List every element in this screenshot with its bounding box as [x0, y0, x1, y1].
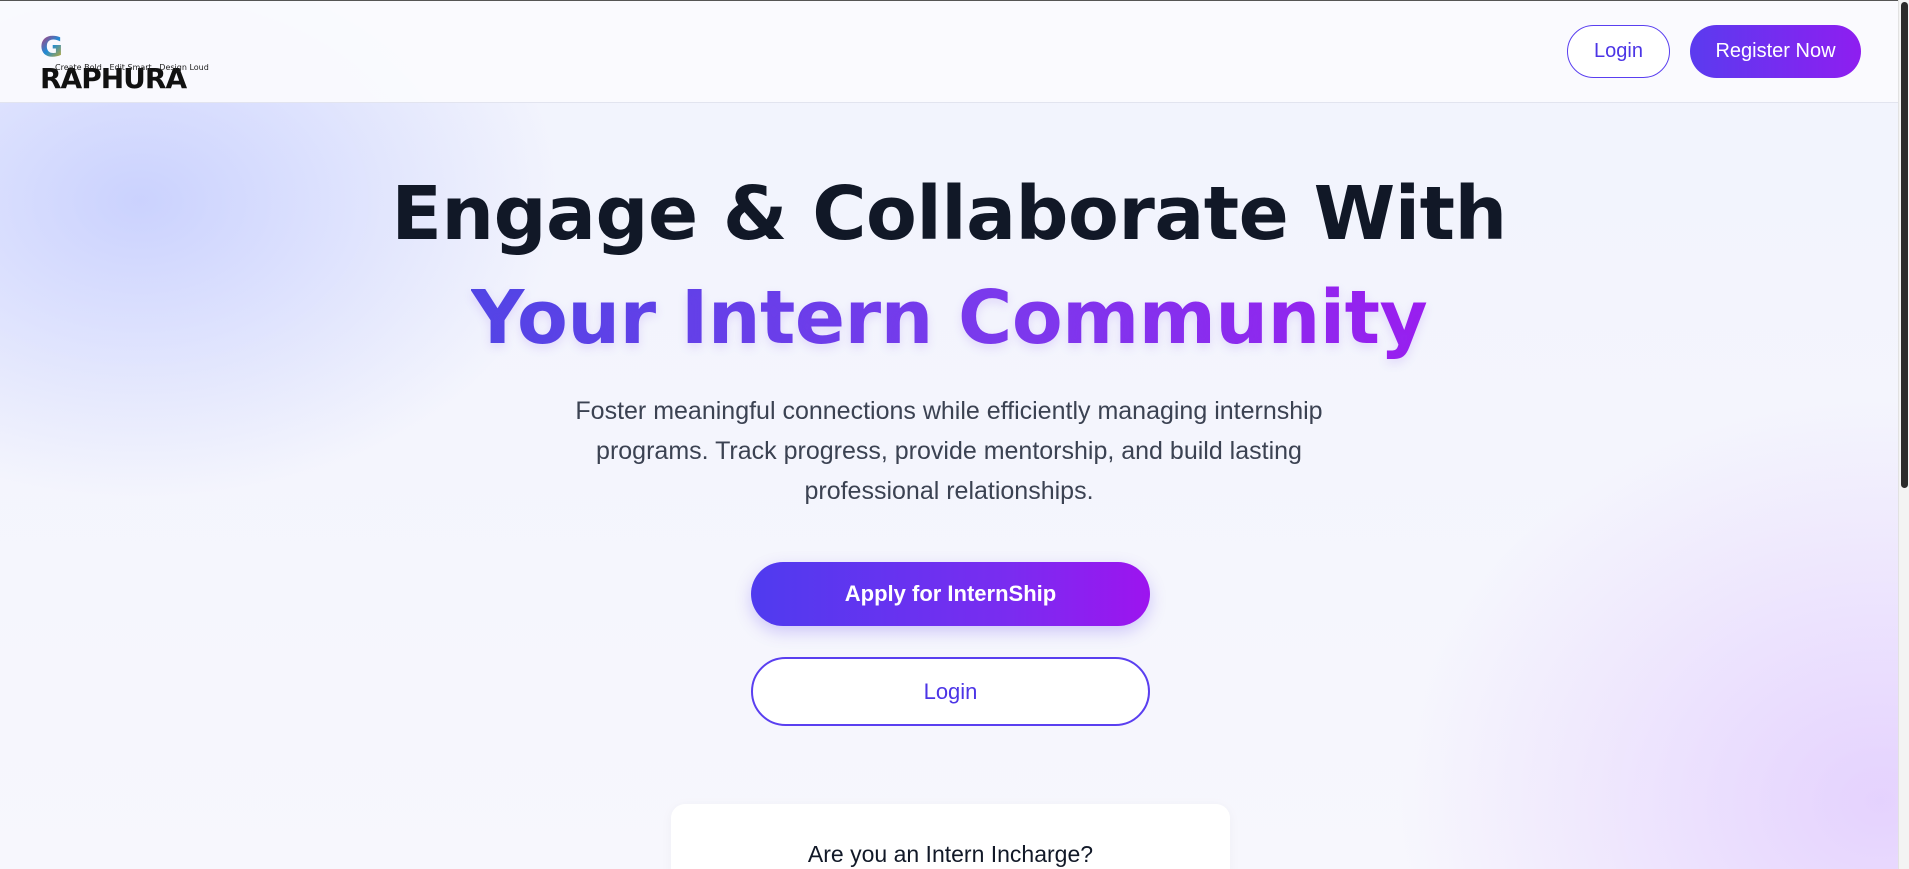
site-header: GRAPHURA Create Bold . Edit Smart . Desi… [0, 1, 1898, 103]
hero-login-button[interactable]: Login [751, 657, 1150, 726]
graphura-logo[interactable]: GRAPHURA Create Bold . Edit Smart . Desi… [40, 31, 209, 95]
hero-title-line1: Engage & Collaborate With [391, 171, 1507, 257]
logo-tagline: Create Bold . Edit Smart . Design Loud [55, 63, 209, 72]
intern-incharge-question: Are you an Intern Incharge? [807, 841, 1094, 867]
hero-title-highlight: Your Intern Community [470, 275, 1428, 361]
scrollbar-thumb[interactable] [1901, 2, 1908, 488]
register-now-button[interactable]: Register Now [1690, 25, 1861, 78]
header-login-button[interactable]: Login [1567, 25, 1670, 78]
page-scrollbar[interactable] [1898, 0, 1909, 869]
intern-incharge-card: Are you an Intern Incharge? [671, 804, 1230, 869]
hero-title-line2: Your Intern Community [0, 273, 1898, 363]
page: GRAPHURA Create Bold . Edit Smart . Desi… [0, 0, 1898, 869]
hero-description: Foster meaningful connections while effi… [575, 397, 1323, 505]
apply-internship-button[interactable]: Apply for InternShip [751, 562, 1150, 626]
